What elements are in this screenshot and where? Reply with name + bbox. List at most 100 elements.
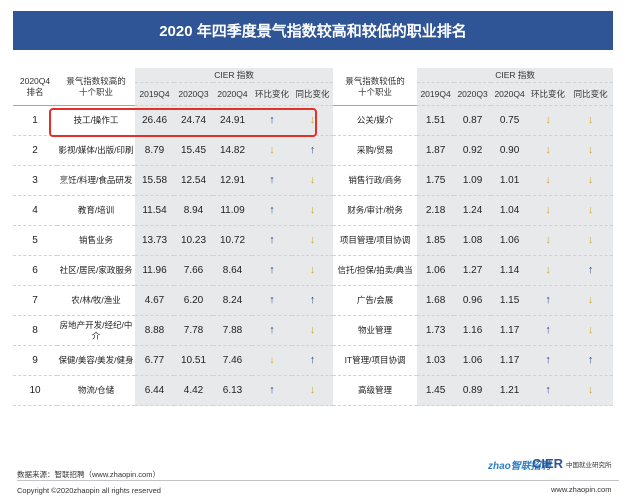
cier-header-low: CIER 指数 xyxy=(417,68,614,83)
high-mom-arrow: ↓ xyxy=(252,135,292,166)
low-mom-arrow: ↓ xyxy=(528,225,569,256)
low-2020q4-cell: 1.21 xyxy=(491,375,529,406)
arrow-down-icon: ↓ xyxy=(587,204,594,216)
high-2019q4-cell: 13.73 xyxy=(135,225,174,256)
low-yoy-arrow: ↑ xyxy=(568,255,614,286)
low-2019q4-cell: 2.18 xyxy=(417,195,455,226)
rank-cell: 2 xyxy=(13,135,57,166)
high-2020q3-cell: 8.94 xyxy=(174,195,213,226)
arrow-up-icon: ↑ xyxy=(309,144,316,156)
low-mom-arrow: ↓ xyxy=(528,165,569,196)
arrow-down-icon: ↓ xyxy=(309,384,316,396)
low-2019q4-cell: 1.75 xyxy=(417,165,455,196)
high-2020q3-cell: 12.54 xyxy=(174,165,213,196)
high-yoy-arrow: ↓ xyxy=(292,375,334,406)
high-2020q4-cell: 11.09 xyxy=(213,195,252,226)
low-mom-arrow: ↑ xyxy=(528,315,569,346)
low-mom-arrow: ↓ xyxy=(528,135,569,166)
high-mom-arrow: ↑ xyxy=(252,195,292,226)
high-2020q4-cell: 7.46 xyxy=(213,345,252,376)
col-mom: 环比变化 xyxy=(252,82,292,106)
high-2020q4-cell: 12.91 xyxy=(213,165,252,196)
high-2019q4-cell: 15.58 xyxy=(135,165,174,196)
low-2020q3-cell: 1.09 xyxy=(454,165,492,196)
arrow-down-icon: ↓ xyxy=(587,234,594,246)
high-mom-arrow: ↑ xyxy=(252,375,292,406)
rank-cell: 9 xyxy=(13,345,57,376)
low-yoy-arrow: ↓ xyxy=(568,375,614,406)
arrow-down-icon: ↓ xyxy=(545,144,551,156)
low-2019q4-cell: 1.73 xyxy=(417,315,455,346)
low-mom-arrow: ↑ xyxy=(528,375,569,406)
table-row: 3 烹饪/料理/食品研发 15.58 12.54 12.91 ↑ ↓ 销售行政/商务 1.75 1… xyxy=(13,165,614,196)
high-yoy-arrow: ↑ xyxy=(292,285,334,316)
low-2020q4-cell: 1.15 xyxy=(491,285,529,316)
low-2020q4-cell: 1.14 xyxy=(491,255,529,286)
low-2020q3-cell: 0.87 xyxy=(454,105,492,136)
high-2019q4-cell: 6.77 xyxy=(135,345,174,376)
arrow-up-icon: ↑ xyxy=(309,294,316,306)
arrow-down-icon: ↓ xyxy=(309,264,316,276)
rank-cell: 5 xyxy=(13,225,57,256)
arrow-down-icon: ↓ xyxy=(309,324,316,336)
high-2020q4-cell: 6.13 xyxy=(213,375,252,406)
low-2019q4-cell: 1.51 xyxy=(417,105,455,136)
top-row-highlight xyxy=(49,108,317,137)
low-2020q3-cell: 0.96 xyxy=(454,285,492,316)
low-2020q4-cell: 1.04 xyxy=(491,195,529,226)
arrow-down-icon: ↓ xyxy=(309,174,316,186)
low-job-cell: 销售行政/商务 xyxy=(333,165,418,196)
col-yoy: 同比变化 xyxy=(292,82,334,106)
low-yoy-arrow: ↓ xyxy=(568,105,614,136)
low-job-cell: 信托/担保/拍卖/典当 xyxy=(333,255,418,286)
site-url: www.zhaopin.com xyxy=(551,485,612,494)
arrow-down-icon: ↓ xyxy=(545,114,551,126)
high-2020q3-cell: 7.66 xyxy=(174,255,213,286)
arrow-down-icon: ↓ xyxy=(269,354,275,366)
data-source: 数据来源：智联招聘（www.zhaopin.com） xyxy=(17,470,160,479)
low-2019q4-cell: 1.06 xyxy=(417,255,455,286)
high-yoy-arrow: ↓ xyxy=(292,315,334,346)
arrow-up-icon: ↑ xyxy=(269,204,275,216)
low-2020q4-cell: 1.17 xyxy=(491,345,529,376)
arrow-down-icon: ↓ xyxy=(309,234,316,246)
low-yoy-arrow: ↓ xyxy=(568,135,614,166)
arrow-up-icon: ↑ xyxy=(587,354,594,366)
arrow-up-icon: ↑ xyxy=(269,174,275,186)
arrow-up-icon: ↑ xyxy=(269,294,275,306)
arrow-down-icon: ↓ xyxy=(587,114,594,126)
high-job-cell: 农/林/牧/渔业 xyxy=(57,285,135,316)
high-yoy-arrow: ↑ xyxy=(292,345,334,376)
rank-cell: 10 xyxy=(13,375,57,406)
low-job-header: 景气指数较低的 十个职业 xyxy=(333,68,418,106)
high-yoy-arrow: ↓ xyxy=(292,165,334,196)
high-job-cell: 物流/仓储 xyxy=(57,375,135,406)
col-2020q3: 2020Q3 xyxy=(174,82,213,106)
low-job-cell: 采购/贸易 xyxy=(333,135,418,166)
arrow-up-icon: ↑ xyxy=(269,264,275,276)
high-job-cell: 影视/媒体/出版/印刷 xyxy=(57,135,135,166)
col-yoy: 同比变化 xyxy=(568,82,614,106)
col-2020q3: 2020Q3 xyxy=(454,82,492,106)
rank-cell: 7 xyxy=(13,285,57,316)
high-yoy-arrow: ↓ xyxy=(292,195,334,226)
copyright: Copyright ©2020zhaopin all rights reserv… xyxy=(17,486,161,495)
low-2019q4-cell: 1.85 xyxy=(417,225,455,256)
table-row: 2 影视/媒体/出版/印刷 8.79 15.45 14.82 ↓ ↑ 采购/贸易 1.87 0.9… xyxy=(13,135,614,166)
table-row: 10 物流/仓储 6.44 4.42 6.13 ↑ ↓ 高级管理 1.45 0.89 1.21 ↑ ↓ xyxy=(13,375,614,406)
high-2020q3-cell: 10.51 xyxy=(174,345,213,376)
high-job-header: 景气指数较高的 十个职业 xyxy=(57,68,135,106)
low-2020q4-cell: 0.90 xyxy=(491,135,529,166)
table-row: 9 保健/美容/美发/健身 6.77 10.51 7.46 ↓ ↑ IT管理/项目协调 1.03… xyxy=(13,345,614,376)
arrow-down-icon: ↓ xyxy=(269,144,275,156)
high-2020q4-cell: 8.24 xyxy=(213,285,252,316)
high-job-cell: 保健/美容/美发/健身 xyxy=(57,345,135,376)
arrow-down-icon: ↓ xyxy=(587,174,594,186)
high-job-cell: 社区/居民/家政服务 xyxy=(57,255,135,286)
low-mom-arrow: ↑ xyxy=(528,345,569,376)
arrow-up-icon: ↑ xyxy=(545,384,551,396)
low-2020q3-cell: 1.27 xyxy=(454,255,492,286)
high-2020q4-cell: 7.88 xyxy=(213,315,252,346)
high-2020q3-cell: 6.20 xyxy=(174,285,213,316)
table-row: 6 社区/居民/家政服务 11.96 7.66 8.64 ↑ ↓ 信托/担保/拍卖/典当 1.0… xyxy=(13,255,614,286)
